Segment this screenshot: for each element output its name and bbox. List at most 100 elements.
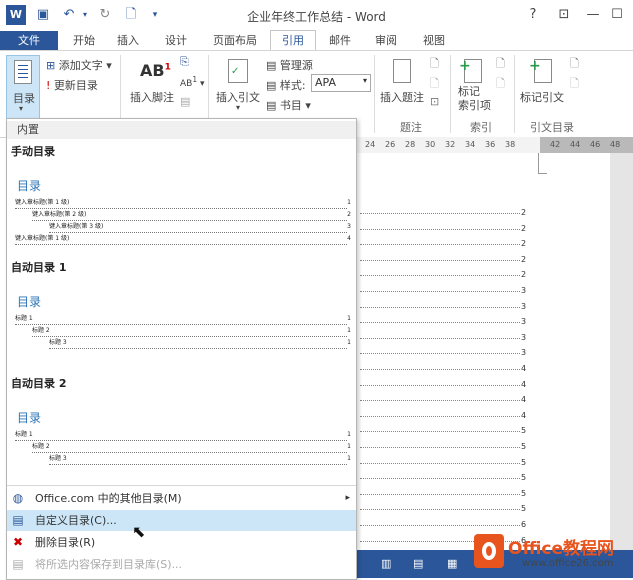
tab-review[interactable]: 审阅: [366, 31, 406, 50]
style-label: ▤ 样式:: [266, 77, 306, 93]
toc-dot-leader: [360, 431, 520, 433]
menu-item-label: 删除目录(R): [35, 536, 96, 549]
bibliography-label: 书目: [279, 99, 302, 112]
minimize-button[interactable]: —: [582, 5, 604, 25]
ribbon-display-button[interactable]: ⊡: [553, 5, 575, 25]
toc-page-number: 2: [521, 223, 527, 233]
builtin-section-header: 内置: [7, 121, 356, 139]
print-layout-icon[interactable]: ▤: [413, 557, 427, 570]
toc-heading-preview: 目录: [17, 295, 42, 309]
tab-file[interactable]: 文件: [0, 31, 58, 50]
toc-preview-row: 标题 3 1: [49, 339, 351, 349]
toc-page-number: 5: [521, 457, 527, 467]
tab-references[interactable]: 引用: [270, 30, 316, 51]
web-layout-icon[interactable]: ▦: [447, 557, 461, 570]
insert-toa-icon[interactable]: 🗋: [570, 55, 579, 74]
toc-dot-leader: [360, 353, 520, 355]
toc-dot-leader: [360, 291, 520, 292]
ruler-tick-label: 46: [590, 140, 601, 149]
style-dropdown[interactable]: APA ▾: [311, 74, 371, 92]
toc-page-number: 4: [521, 410, 527, 420]
toc-gallery-dropdown: 内置 手动目录 目录 键入章标题(第 1 级) 1 键入章标题(第 2 级) 2 键入章标题…: [6, 118, 357, 580]
mark-entry-button[interactable]: + 标记 索引项: [454, 55, 494, 115]
toc-gallery-item[interactable]: 手动目录 目录 键入章标题(第 1 级) 1 键入章标题(第 2 级) 2 键入章标题(第 …: [7, 139, 356, 253]
update-toc-button[interactable]: ! 更新目录: [46, 77, 98, 93]
mark-entry-label: 标记 索引项: [458, 85, 491, 112]
maximize-icon[interactable]: ☐: [606, 5, 628, 25]
toc-preview-row-page: 1: [347, 339, 351, 347]
style-label-text: 样式:: [279, 79, 306, 92]
update-toa-icon[interactable]: 🗋: [570, 75, 579, 94]
insert-citation-button[interactable]: ✓ 插入引文 ▾: [214, 55, 262, 115]
style-icon: ▤: [266, 79, 277, 92]
ruler-tick-label: 42: [550, 140, 561, 149]
index-group-label: 索引: [470, 121, 492, 134]
insert-index-icon[interactable]: 🗋: [496, 55, 505, 74]
menu-item-label: 将所选内容保存到目录库(S)...: [35, 558, 183, 571]
manage-sources-button[interactable]: ▤ 管理源: [266, 57, 313, 73]
show-notes-icon[interactable]: ▤: [180, 95, 190, 108]
toc-gallery-item[interactable]: 自动目录 2 目录 标题 1 1 标题 2 1 标题 3 1: [7, 371, 356, 485]
toc-preview-row-text: 标题 1: [15, 431, 33, 438]
toc-dot-leader: [360, 213, 520, 214]
update-table-icon[interactable]: 🗋: [430, 75, 439, 94]
toc-preview-row-text: 键入章标题(第 3 级): [49, 223, 104, 230]
toc-dot-leader: [360, 259, 520, 261]
ruler-tick-label: 28: [405, 140, 416, 149]
toc-button[interactable]: 目录 ▾: [6, 55, 40, 121]
insert-table-of-figures-icon[interactable]: 🗋: [430, 55, 439, 74]
insert-footnote-button[interactable]: AB1 插入脚注: [128, 55, 178, 115]
gallery-item-title: 自动目录 2: [11, 377, 67, 390]
toc-dot-leader: [360, 369, 520, 370]
tab-mailings[interactable]: 邮件: [320, 31, 360, 50]
save-selection-to-gallery-menu-item: ▤ 将所选内容保存到目录库(S)...: [7, 554, 356, 575]
office-com-more-toc[interactable]: ◍ Office.com 中的其他目录(M) ▸: [7, 488, 356, 509]
toc-dot-leader: [360, 322, 520, 324]
horizontal-ruler[interactable]: 24 26 28 30 32 34 36 38 42 44 46 48: [355, 137, 633, 154]
add-text-icon: ⊞: [46, 59, 56, 72]
toc-dot-leader: [360, 244, 520, 246]
add-text-button[interactable]: ⊞ 添加文字 ▾: [46, 57, 112, 73]
custom-toc-menu-item[interactable]: ▤ 自定义目录(C)...: [7, 510, 356, 531]
ribbon-tabs: 文件 开始 插入 设计 页面布局 引用 邮件 审阅 视图: [0, 30, 633, 51]
builtin-header-label: 内置: [17, 123, 39, 136]
insert-caption-button[interactable]: 插入题注: [378, 55, 426, 115]
tab-insert[interactable]: 插入: [108, 31, 148, 50]
help-button[interactable]: ?: [522, 5, 544, 25]
chevron-down-icon: ▾: [362, 76, 367, 85]
submenu-arrow-icon: ▸: [345, 493, 350, 503]
toc-preview-row: 标题 1 1: [15, 315, 351, 325]
margin-corner: [538, 153, 547, 174]
tab-home[interactable]: 开始: [64, 31, 104, 50]
insert-endnote-icon[interactable]: ⎘: [180, 55, 189, 69]
toc-preview-row: 键入章标题(第 3 级) 3: [49, 223, 351, 233]
toc-dot-leader: [360, 462, 520, 464]
bibliography-button[interactable]: ▤ 书目 ▾: [266, 97, 311, 113]
mark-entry-icon: +: [459, 58, 482, 83]
toc-dot-leader: [360, 306, 520, 308]
toc-page-number: 5: [521, 488, 527, 498]
toc-preview-row-text: 标题 1: [15, 315, 33, 322]
tab-view[interactable]: 视图: [414, 31, 454, 50]
toc-dot-leader: [360, 447, 520, 448]
ruler-tick-label: 26: [385, 140, 396, 149]
mark-citation-button[interactable]: + 标记引文: [518, 55, 568, 115]
watermark: Office教程网 www.office26.com: [470, 528, 630, 576]
next-footnote-icon[interactable]: AB1 ▾: [180, 75, 205, 89]
watermark-brand: Office教程网: [508, 539, 615, 559]
read-mode-icon[interactable]: ▥: [381, 557, 395, 570]
toc-preview-row-text: 标题 3: [49, 455, 67, 462]
toc-page-number: 4: [521, 364, 527, 373]
tab-design[interactable]: 设计: [156, 31, 196, 50]
toc-page-number: 5: [521, 442, 527, 451]
toc-preview-row-page: 1: [347, 327, 351, 335]
toc-gallery-item[interactable]: 自动目录 1 目录 标题 1 1 标题 2 1 标题 3 1: [7, 255, 356, 369]
toc-page-number: 3: [521, 348, 527, 358]
remove-toc-menu-item[interactable]: ✖ 删除目录(R): [7, 532, 356, 553]
toc-dot-leader: [360, 228, 520, 230]
cross-reference-icon[interactable]: ⊡: [430, 95, 439, 108]
mark-citation-label: 标记引文: [520, 91, 564, 104]
bibliography-icon: ▤: [266, 99, 277, 112]
update-index-icon[interactable]: 🗋: [496, 75, 505, 94]
tab-layout[interactable]: 页面布局: [206, 31, 264, 50]
